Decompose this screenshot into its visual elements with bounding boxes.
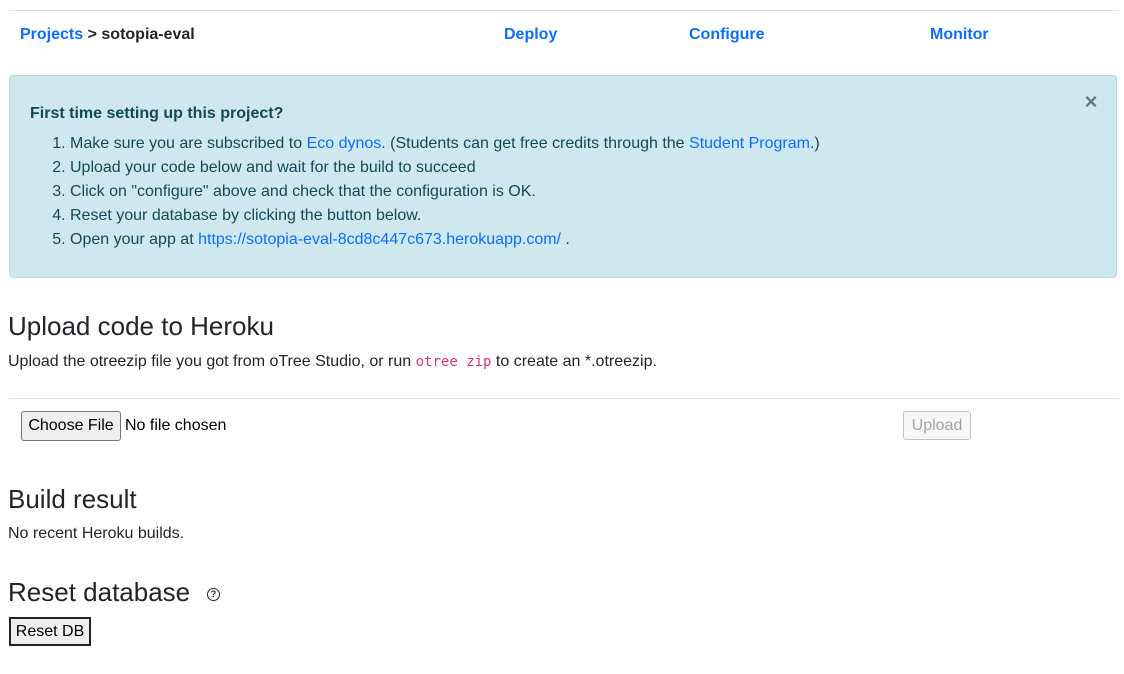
otree-zip-command: otree zip [415,354,492,370]
setup-step-5: Open your app at https://sotopia-eval-8c… [70,228,820,252]
breadcrumb: Projects > sotopia-eval [20,26,195,44]
upload-section-title: Upload code to Heroku [8,311,274,341]
step1-text-mid: . (Students can get free credits through… [381,135,690,152]
top-nav: Projects > sotopia-eval Deploy Configure… [0,24,1124,48]
alert-heading: First time setting up this project? [30,105,284,122]
choose-file-button[interactable]: Choose File [21,411,121,441]
step5-text-post: . [560,231,570,248]
upload-divider [9,398,1119,399]
upload-desc-post: to create an *.otreezip. [491,353,657,370]
setup-step-2: Upload your code below and wait for the … [70,156,820,180]
tab-deploy[interactable]: Deploy [504,26,557,44]
upload-description: Upload the otreezip file you got from oT… [8,353,657,371]
step5-text-pre: Open your app at [70,231,199,248]
setup-step-4: Reset your database by clicking the butt… [70,204,820,228]
reset-database-title: Reset database [8,577,191,607]
step1-text-post: .) [809,135,820,152]
step1-text-pre: Make sure you are subscribed to [70,135,307,152]
setup-step-1: Make sure you are subscribed to Eco dyno… [70,132,820,156]
upload-desc-pre: Upload the otreezip file you got from oT… [8,353,416,370]
upload-button[interactable]: Upload [903,411,971,440]
setup-steps-list: Make sure you are subscribed to Eco dyno… [30,132,820,252]
eco-dynos-link[interactable]: Eco dynos [307,135,382,152]
build-result-message: No recent Heroku builds. [8,525,185,542]
reset-db-button[interactable]: Reset DB [9,617,91,646]
tab-monitor[interactable]: Monitor [930,26,989,44]
setup-info-alert: First time setting up this project? × Ma… [9,75,1117,278]
close-icon[interactable]: × [1083,91,1099,113]
setup-step-3: Click on "configure" above and check tha… [70,180,820,204]
build-result-title: Build result [8,484,137,514]
top-divider [9,10,1119,11]
file-status-text: No file chosen [125,417,227,434]
tab-configure[interactable]: Configure [689,26,765,44]
breadcrumb-projects-link[interactable]: Projects [20,26,83,43]
help-icon[interactable]: ? [207,588,220,601]
student-program-link[interactable]: Student Program [689,135,810,152]
breadcrumb-current-project: sotopia-eval [101,26,195,43]
breadcrumb-separator: > [87,26,97,43]
app-url-link[interactable]: https://sotopia-eval-8cd8c447c673.heroku… [198,231,561,248]
